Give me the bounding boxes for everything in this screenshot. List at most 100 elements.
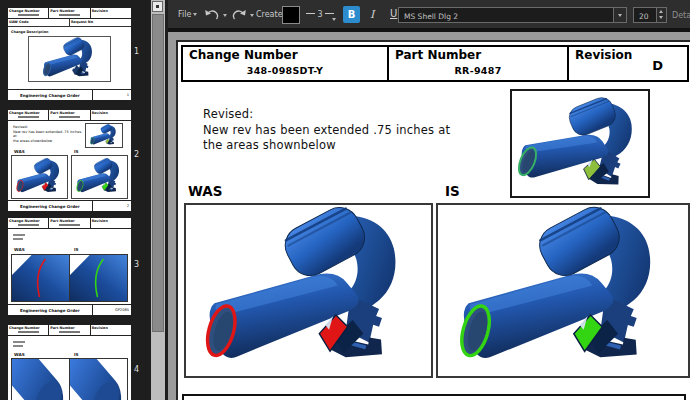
thumb3-part-label: Part Number (50, 219, 88, 223)
is-image-box (436, 203, 690, 378)
redo-caret-icon[interactable] (250, 14, 254, 17)
thumb1-part-image (29, 37, 110, 81)
italic-button[interactable]: I (370, 8, 374, 21)
font-size-value: 20 (639, 12, 649, 21)
bold-button[interactable]: B (343, 6, 360, 23)
document-area: Change Number 348-098SDT-Y Part Number R… (168, 32, 690, 400)
change-number-cell: Change Number 348-098SDT-Y (183, 47, 389, 80)
was-image-box (184, 203, 433, 378)
thumbnail-page-1[interactable]: Change Number Part Number Revision UAW C… (8, 8, 131, 100)
thumb1-change-cell: Change Number (8, 8, 49, 18)
thumb2-is-box (71, 155, 128, 199)
file-menu[interactable]: File (178, 10, 197, 19)
thumb4-change-value-bar (18, 331, 39, 333)
line-width-control[interactable]: 3 (306, 10, 334, 19)
thumb1-request-cell: Request No (70, 19, 131, 26)
was-label: WAS (188, 183, 222, 199)
file-caret-icon (193, 13, 197, 16)
page-number-2: 2 (134, 150, 139, 159)
thumb3-footer-value: GP2085 (92, 305, 131, 315)
thumbnail-page-2[interactable]: Change Number Part Number Revision Revis… (8, 110, 131, 211)
thumb3-is-panel (70, 255, 127, 301)
thumb4-image-strip (11, 358, 128, 400)
thumb4-change-cell: Change Number (8, 325, 49, 335)
thumb3-revision-label: Revision (92, 219, 130, 223)
thumb4-was-panel (12, 359, 70, 400)
redo-icon[interactable] (232, 9, 247, 21)
thumb1-uaw-cell: UAW Code (8, 19, 70, 26)
revised-line-3: the areas shownbelow (203, 138, 450, 154)
thumb2-is-image (72, 156, 127, 198)
change-number-label: Change Number (189, 48, 387, 62)
thumb2-part-cell: Part Number (49, 110, 90, 120)
thumb3-was-label: WAS (14, 247, 25, 252)
page-number-1: 1 (134, 47, 139, 56)
thumb4-was-label: WAS (14, 352, 25, 357)
thumb4-text-bar-2 (13, 345, 23, 347)
thumb2-part-label: Part Number (50, 111, 88, 115)
thumb4-revision-label: Revision (92, 326, 130, 330)
thumb4-part-value-bar (59, 331, 80, 333)
thumb2-revised-line3: the areas shownbelow (13, 139, 83, 144)
underline-button[interactable]: U (390, 8, 397, 19)
thumb3-is-label: IS (74, 247, 79, 252)
thumb2-part-value-bar (59, 116, 80, 118)
thumb1-footer: Engineering Change Order 1 (8, 89, 131, 100)
thumb1-part-cell: Part Number (49, 8, 90, 18)
scrollbar-up-button[interactable] (152, 1, 163, 12)
thumb1-footer-value: 1 (92, 90, 131, 100)
thumb2-change-value-bar (18, 116, 39, 118)
thumb1-revision-label: Revision (92, 9, 130, 13)
color-swatch[interactable] (282, 6, 300, 24)
scrollbar-thumb[interactable] (152, 14, 164, 332)
thumb1-change-value-bar (18, 14, 39, 16)
thumb1-row2: UAW Code Request No (8, 19, 131, 27)
thumb3-text-bar-2 (13, 238, 23, 240)
document-page: Change Number 348-098SDT-Y Part Number R… (176, 40, 690, 400)
thumb3-revision-cell: Revision (91, 218, 131, 228)
thumb2-change-label: Change Number (9, 111, 47, 115)
thumb4-text-bar-1 (13, 341, 25, 343)
sidebar-scrollbar[interactable] (151, 0, 165, 400)
thumbnail-page-3[interactable]: Change Number Part Number Revision WAS I… (8, 218, 131, 315)
undo-icon[interactable] (204, 9, 219, 21)
was-part-image (186, 205, 431, 376)
font-dropdown-button[interactable] (613, 8, 626, 22)
thumb1-part-label: Part Number (50, 9, 88, 13)
thumb1-change-label: Change Number (9, 9, 47, 13)
thumbnail-page-4[interactable]: Change Number Part Number Revision WAS I… (8, 325, 131, 400)
thumb2-was-label: WAS (14, 149, 25, 154)
revision-cell: Revision D (569, 47, 687, 80)
thumb1-part-image-box (28, 36, 111, 82)
thumb4-change-label: Change Number (9, 326, 47, 330)
thumb2-footer-value: 2 (92, 201, 131, 211)
font-size-spinner[interactable]: 20 (633, 7, 667, 23)
undo-caret-icon[interactable] (223, 14, 227, 17)
thumb2-revised-line2: New rev has been extended .75 inches at (13, 130, 83, 139)
main-area: File Create 3 B I U MS Shell Dlg 2 20 De… (168, 0, 690, 400)
font-combobox[interactable]: MS Shell Dlg 2 (398, 7, 627, 23)
thumb4-header: Change Number Part Number Revision (8, 325, 131, 336)
thumb3-part-cell: Part Number (49, 218, 90, 228)
thumb3-was-panel (12, 255, 70, 301)
revision-value: D (652, 58, 663, 73)
detail-label[interactable]: Details (672, 11, 690, 20)
thumb2-is-label: IS (74, 149, 79, 154)
page-number-4: 4 (134, 365, 139, 374)
revised-line-1: Revised: (203, 107, 450, 123)
thumb3-footer-label: Engineering Change Order (8, 305, 92, 315)
line-width-caret-icon[interactable] (332, 18, 336, 21)
thumb2-was-image (12, 156, 67, 198)
thumb3-change-cell: Change Number (8, 218, 49, 228)
thumb2-revised-text: Revised: New rev has been extended .75 i… (13, 125, 83, 143)
thumb2-footer: Engineering Change Order 2 (8, 200, 131, 211)
thumb1-revision-cell: Revision (91, 8, 131, 18)
thumb3-image-strip (11, 254, 128, 302)
change-number-value: 348-098SDT-Y (183, 65, 387, 76)
document-header-table: Change Number 348-098SDT-Y Part Number R… (181, 45, 689, 82)
spinner-buttons[interactable] (656, 8, 666, 22)
thumb4-part-cell: Part Number (49, 325, 90, 335)
thumb3-change-value-bar (18, 224, 39, 226)
overview-part-image (510, 89, 650, 198)
thumb3-text-bar-1 (13, 234, 25, 236)
